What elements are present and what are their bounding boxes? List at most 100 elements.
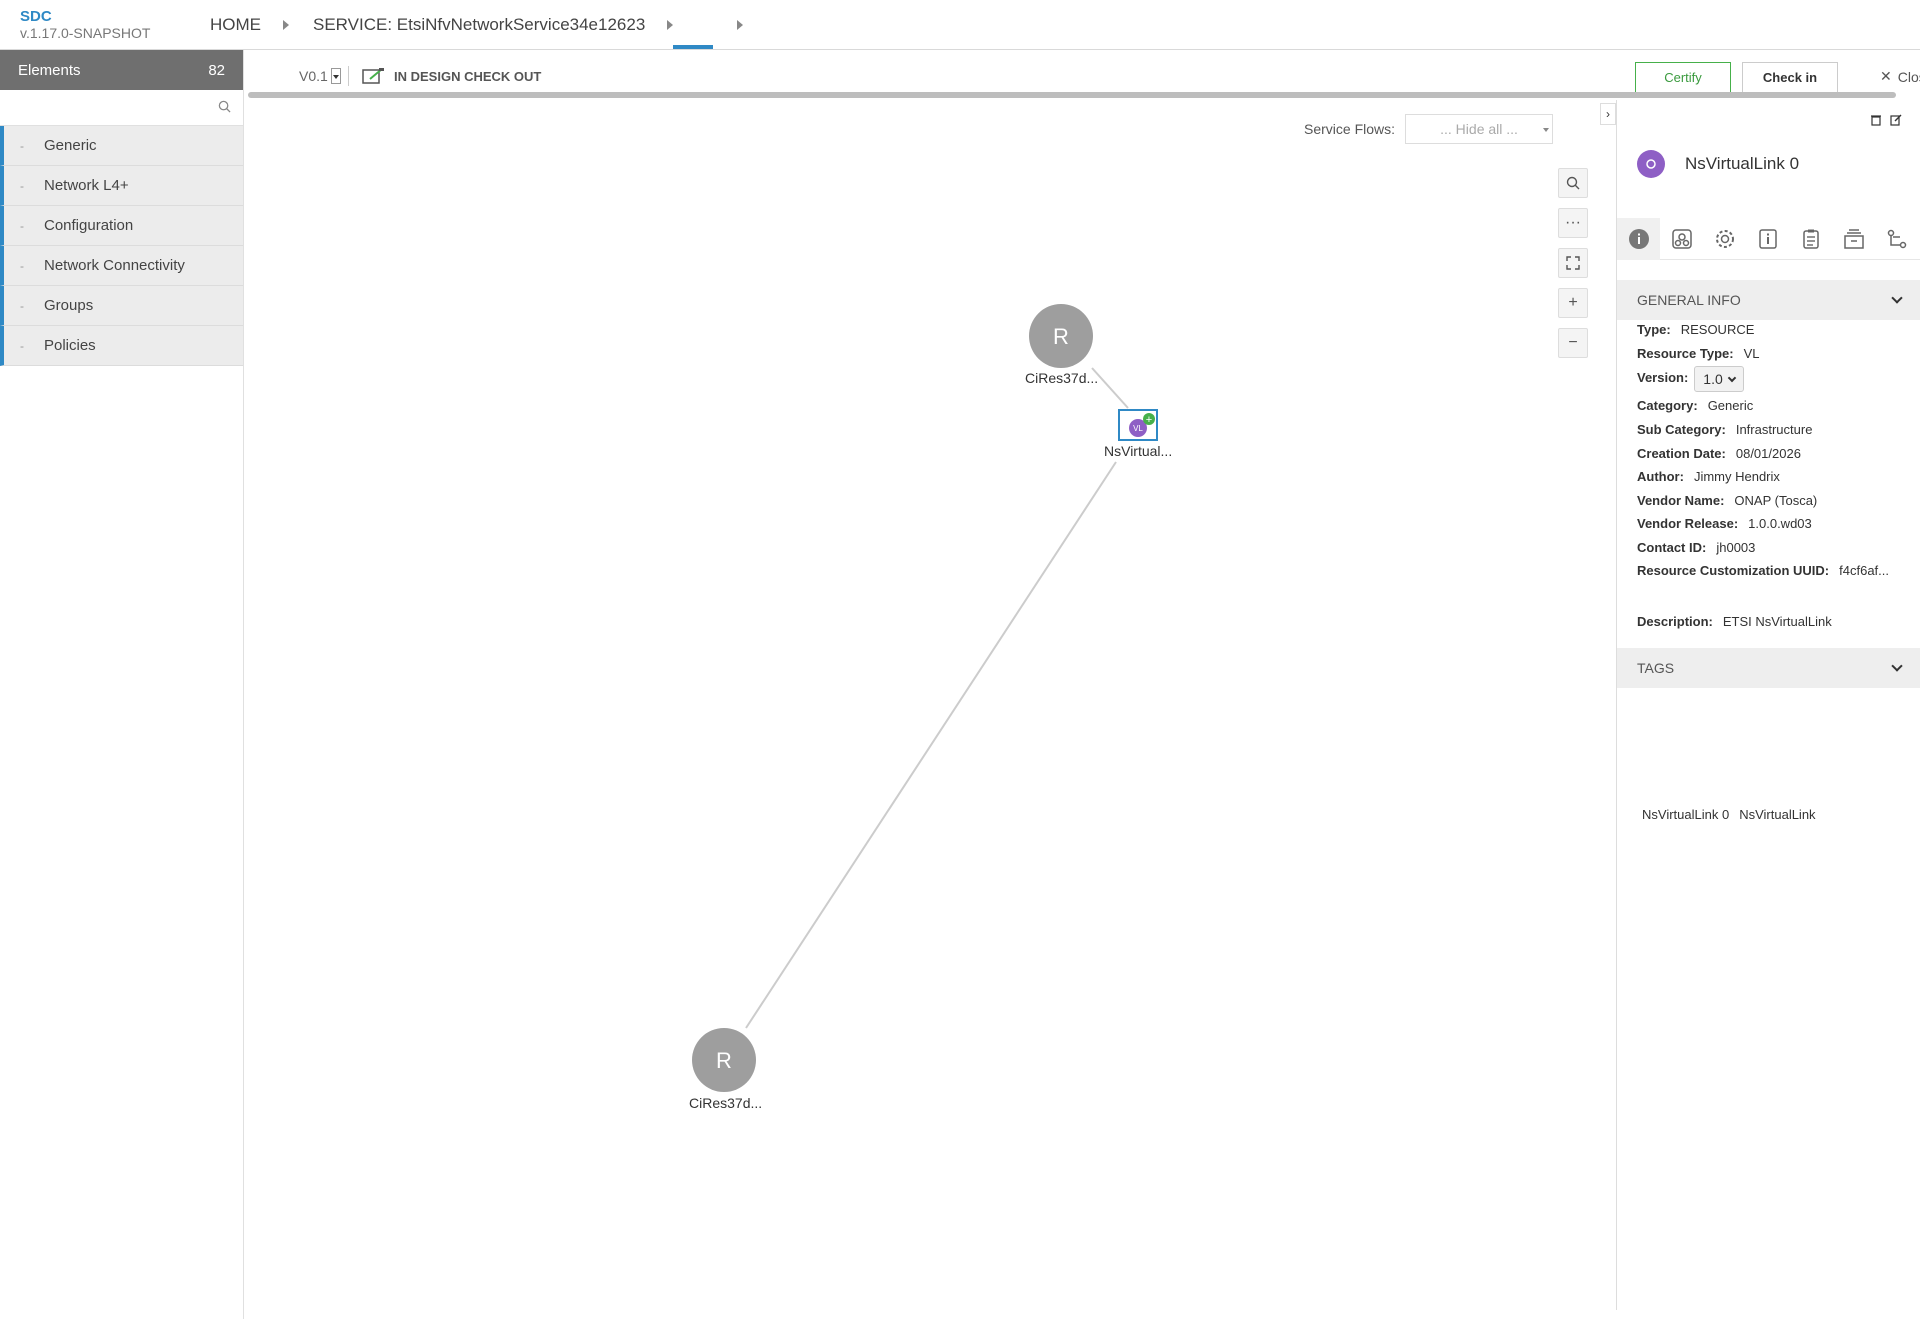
panel-tabs: [1617, 217, 1920, 260]
tab-properties[interactable]: [1703, 218, 1746, 260]
plus-icon: +: [1568, 294, 1578, 311]
node-letter: R: [1053, 324, 1069, 349]
chevron-right-icon[interactable]: [737, 20, 744, 30]
chevron-right-icon: ›: [1606, 107, 1610, 121]
app-name: SDC: [20, 8, 52, 25]
category-network-l4[interactable]: - Network L4+: [0, 166, 243, 206]
gear-icon: [1715, 229, 1734, 248]
elements-search: [0, 90, 243, 126]
workspace-toolbar: V0.1 IN DESIGN CHECK OUT Certify Check i…: [244, 50, 1920, 94]
relation-line[interactable]: [745, 461, 1117, 1029]
collapse-dash-icon: -: [20, 298, 24, 313]
chevron-down-icon[interactable]: [1891, 660, 1903, 672]
info-box-icon: [1758, 228, 1777, 249]
chevron-down-icon[interactable]: [330, 68, 341, 84]
service-flows: Service Flows: ... Hide all ...: [1304, 114, 1554, 144]
chevron-right-icon[interactable]: [283, 20, 289, 30]
top-nav: SDC v.1.17.0-SNAPSHOT HOME SERVICE: Etsi…: [0, 0, 1920, 50]
elements-panel: Elements 82 - Generic - Network L4+ - Confi…: [0, 50, 244, 1319]
zoom-in-button[interactable]: +: [1558, 288, 1588, 318]
tags-list: NsVirtualLink 0 NsVirtualLink: [1642, 807, 1816, 822]
node-label: CiRes37d...: [689, 1095, 763, 1111]
tab-deployment-artifacts[interactable]: [1660, 218, 1703, 260]
brand[interactable]: SDC v.1.17.0-SNAPSHOT: [20, 8, 151, 42]
breadcrumb-service[interactable]: SERVICE: EtsiNfvNetworkService34e12623: [313, 15, 645, 35]
tags-title: TAGS: [1637, 660, 1675, 676]
category-generic[interactable]: - Generic: [0, 126, 243, 166]
resource-node[interactable]: R: [692, 1028, 756, 1092]
info-category: Category: Generic: [1637, 398, 1754, 413]
category-network-connectivity[interactable]: - Network Connectivity: [0, 246, 243, 286]
details-panel: NsVirtualLink 0 GENERAL INFO Type: RESOUR…: [1616, 100, 1920, 1310]
breadcrumb-home[interactable]: HOME: [210, 15, 261, 35]
category-label: Network Connectivity: [44, 257, 185, 274]
info-author: Author: Jimmy Hendrix: [1637, 469, 1780, 484]
artifacts-icon: [1671, 228, 1692, 249]
general-info-title: GENERAL INFO: [1637, 292, 1741, 308]
edit-icon[interactable]: [1890, 114, 1902, 126]
collapse-dash-icon: -: [20, 218, 24, 233]
category-policies[interactable]: - Policies: [0, 326, 243, 366]
close-button[interactable]: ✕ Close: [1880, 68, 1920, 85]
app-version: v.1.17.0-SNAPSHOT: [20, 25, 151, 41]
general-info-header[interactable]: GENERAL INFO: [1617, 280, 1920, 320]
checkout-icon: [362, 68, 384, 84]
collapse-dash-icon: -: [20, 338, 24, 353]
certify-button[interactable]: Certify: [1635, 62, 1731, 92]
node-letter: R: [716, 1048, 732, 1073]
component-name: NsVirtualLink 0: [1685, 154, 1800, 173]
tab-relations[interactable]: [1875, 218, 1918, 260]
info-description: Description: ETSI NsVirtualLink: [1637, 614, 1832, 629]
category-groups[interactable]: - Groups: [0, 286, 243, 326]
search-icon[interactable]: [218, 100, 231, 113]
close-icon: ✕: [1880, 68, 1892, 84]
chevron-down-icon[interactable]: [1891, 292, 1903, 304]
collapse-panel-button[interactable]: ›: [1600, 103, 1616, 125]
tab-requirements[interactable]: [1789, 218, 1832, 260]
relation-icon: [1887, 229, 1906, 248]
resource-node[interactable]: R: [1029, 304, 1093, 368]
info-resource-type: Resource Type: VL: [1637, 346, 1760, 361]
tab-general-info[interactable]: [1617, 217, 1660, 260]
tab-api-artifacts[interactable]: [1832, 218, 1875, 260]
elements-header: Elements 82: [0, 50, 243, 90]
service-flows-label: Service Flows:: [1304, 121, 1396, 137]
fit-to-screen-button[interactable]: [1558, 248, 1588, 278]
collapse-dash-icon: -: [20, 258, 24, 273]
info-type: Type: RESOURCE: [1637, 322, 1755, 337]
elements-search-input[interactable]: [2, 92, 212, 124]
elements-count: 82: [208, 61, 225, 79]
zoom-out-button[interactable]: −: [1558, 328, 1588, 358]
more-icon: ···: [1565, 214, 1581, 231]
breadcrumb: HOME SERVICE: EtsiNfvNetworkService34e12…: [210, 0, 767, 50]
info-vendor-release: Vendor Release: 1.0.0.wd03: [1637, 516, 1812, 531]
version-selector[interactable]: V0.1: [299, 68, 341, 84]
category-label: Groups: [44, 297, 94, 314]
canvas-search-button[interactable]: [1558, 168, 1588, 198]
service-flows-select[interactable]: ... Hide all ...: [1405, 114, 1554, 144]
vl-node[interactable]: VL +: [1118, 409, 1158, 441]
tags-header[interactable]: TAGS: [1617, 648, 1920, 688]
category-label: Configuration: [44, 217, 134, 234]
component-avatar: [1637, 150, 1665, 178]
collapse-dash-icon: -: [20, 138, 24, 153]
composition-canvas[interactable]: R VL + R CiRes37d... NsVirtual... CiRes3…: [244, 100, 1616, 1310]
chevron-right-icon[interactable]: [667, 20, 674, 30]
divider: [348, 66, 349, 86]
more-options-button[interactable]: ···: [1558, 208, 1588, 238]
category-configuration[interactable]: - Configuration: [0, 206, 243, 246]
info-contact-id: Contact ID: jh0003: [1637, 540, 1756, 555]
version-select[interactable]: 1.0: [1694, 366, 1744, 392]
info-version: Version: 1.0: [1637, 366, 1744, 392]
info-vendor-name: Vendor Name: ONAP (Tosca): [1637, 493, 1818, 508]
canvas-graph: R VL + R: [692, 304, 1158, 1092]
close-label: Close: [1897, 68, 1920, 85]
check-in-button[interactable]: Check in: [1742, 62, 1838, 92]
horizontal-scrollbar[interactable]: [248, 92, 1896, 98]
status-text: IN DESIGN CHECK OUT: [394, 68, 542, 84]
tab-information-artifacts[interactable]: [1746, 218, 1789, 260]
delete-icon[interactable]: [1870, 114, 1882, 126]
tag-item: NsVirtualLink: [1739, 807, 1816, 822]
collapse-dash-icon: -: [20, 178, 24, 193]
vl-icon: [1646, 159, 1656, 169]
